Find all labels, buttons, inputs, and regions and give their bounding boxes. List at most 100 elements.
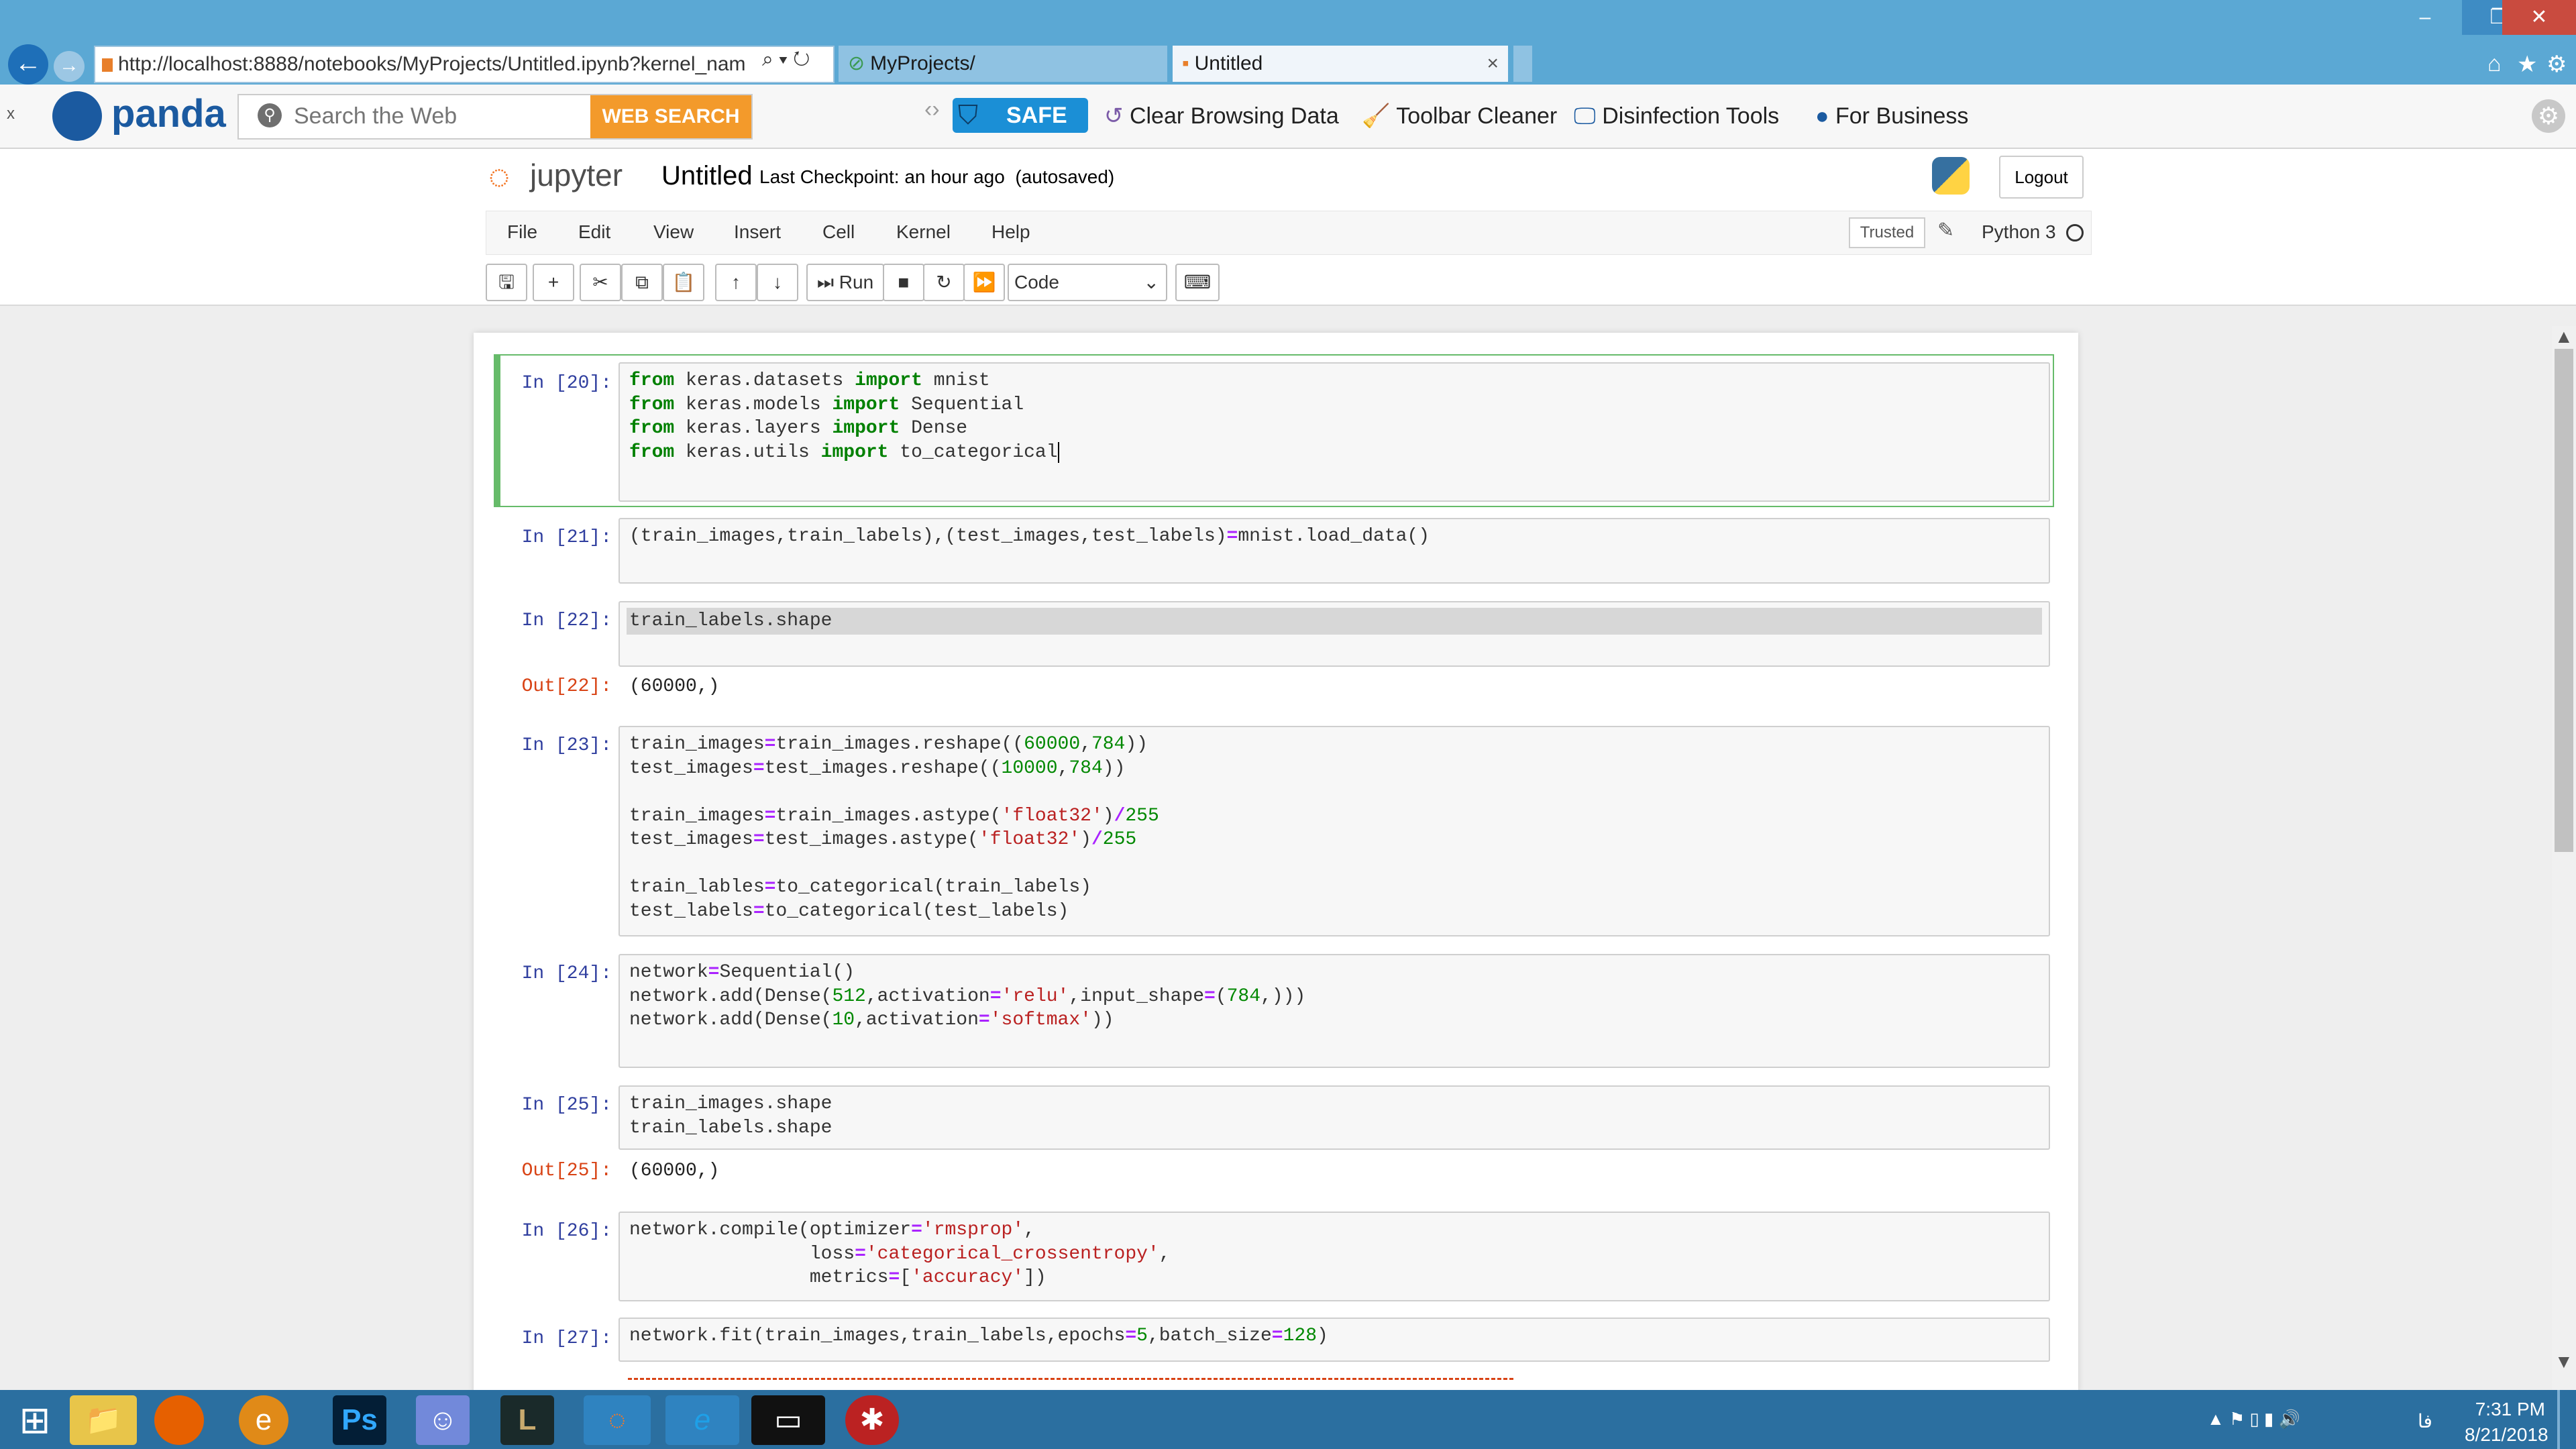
menu-help[interactable]: Help	[991, 219, 1030, 246]
close-window-button[interactable]: ✕	[2502, 0, 2576, 35]
code-content: network.compile(optimizer='rmsprop', los…	[629, 1220, 1171, 1288]
toolbar-cleaner-button[interactable]: 🧹 Toolbar Cleaner	[1362, 99, 1557, 133]
code-content: network=Sequential() network.add(Dense(5…	[629, 962, 1306, 1030]
menu-edit[interactable]: Edit	[578, 219, 610, 246]
taskbar	[0, 1390, 2576, 1449]
panda-icon: ●	[1815, 103, 1829, 129]
clear-browsing-label: Clear Browsing Data	[1129, 103, 1339, 129]
safe-label: SAFE	[1006, 103, 1067, 128]
cut-cells-button[interactable]: ✂	[580, 264, 621, 301]
clock[interactable]: 7:31 PM 8/21/2018	[2465, 1397, 2548, 1448]
safe-status-button[interactable]: ⛉ SAFE	[953, 98, 1088, 133]
copy-cells-button[interactable]: ⧉	[621, 264, 663, 301]
run-button[interactable]: ⏭ Run	[806, 264, 884, 301]
scroll-down-arrow-icon[interactable]: ▼	[2555, 1351, 2573, 1373]
code-editor[interactable]: train_images.shape train_labels.shape	[619, 1085, 2050, 1150]
firefox-icon[interactable]	[154, 1395, 204, 1445]
cell-type-select[interactable]: Code ⌄	[1008, 264, 1167, 301]
forward-button[interactable]: →	[54, 51, 85, 82]
for-business-button[interactable]: ● For Business	[1815, 99, 1968, 133]
command-palette-button[interactable]: ⌨	[1175, 264, 1220, 301]
code-editor[interactable]: network=Sequential() network.add(Dense(5…	[619, 954, 2050, 1068]
scrollbar-thumb[interactable]	[2555, 349, 2573, 852]
file-explorer-icon[interactable]: 📁	[70, 1395, 137, 1445]
checkpoint-status: Last Checkpoint: an hour ago (autosaved)	[759, 166, 1114, 188]
cell-prompt: In [23]:	[521, 735, 612, 756]
disinfection-tools-button[interactable]: 🖵 Disinfection Tools	[1574, 99, 1779, 133]
notebook-name[interactable]: Untitled	[661, 161, 753, 191]
trusted-indicator[interactable]: Trusted	[1849, 217, 1925, 248]
system-tray-icons[interactable]: ▲ ⚑ ▯ ▮ 🔊	[2207, 1409, 2300, 1430]
kernel-name: Python 3	[1982, 221, 2056, 242]
settings-gear-icon[interactable]: ⚙	[2546, 51, 2567, 78]
scroll-up-arrow-icon[interactable]: ▲	[2555, 326, 2573, 347]
code-editor[interactable]: train_images=train_images.reshape((60000…	[619, 726, 2050, 936]
code-editor[interactable]: network.fit(train_images,train_labels,ep…	[619, 1318, 2050, 1362]
code-editor[interactable]: (train_images,train_labels),(test_images…	[619, 518, 2050, 584]
input-language[interactable]: فا	[2418, 1410, 2432, 1432]
insert-cell-below-button[interactable]: +	[533, 264, 574, 301]
toolbar-close-icon[interactable]: x	[7, 105, 15, 123]
toolbar-settings-icon[interactable]: ⚙	[2532, 99, 2565, 133]
restart-run-all-button[interactable]: ⏩	[963, 264, 1005, 301]
code-editor[interactable]: network.compile(optimizer='rmsprop', los…	[619, 1212, 2050, 1301]
command-prompt-icon[interactable]: ▭	[751, 1395, 825, 1445]
menu-cell[interactable]: Cell	[822, 219, 855, 246]
chevron-down-icon: ⌄	[1143, 272, 1159, 292]
discord-icon[interactable]: ☺	[416, 1395, 470, 1445]
logout-button[interactable]: Logout	[1999, 156, 2084, 199]
interrupt-kernel-button[interactable]: ■	[883, 264, 924, 301]
start-button-windows-icon[interactable]: ⊞	[1, 1395, 68, 1445]
home-icon[interactable]: ⌂	[2487, 51, 2502, 77]
monitor-icon: 🖵	[1574, 103, 1596, 129]
web-search-button[interactable]: WEB SEARCH	[590, 95, 751, 138]
web-search-box[interactable]: ⚲ WEB SEARCH	[237, 94, 753, 140]
menu-file[interactable]: File	[507, 219, 537, 246]
new-tab-button[interactable]	[1513, 46, 1532, 82]
code-content: train_labels.shape	[627, 608, 2042, 635]
restart-kernel-button[interactable]: ↻	[923, 264, 965, 301]
spider-icon[interactable]: ✱	[845, 1395, 899, 1445]
tab-myprojects[interactable]: ⊘ MyProjects/	[839, 46, 1167, 82]
minimize-button[interactable]: –	[2388, 0, 2462, 35]
back-button[interactable]: ←	[8, 44, 48, 85]
code-content: (train_images,train_labels),(test_images…	[629, 526, 1430, 547]
cell-prompt: In [26]:	[521, 1221, 612, 1242]
edge-legacy-icon[interactable]: e	[239, 1395, 288, 1445]
jupyter-logo-text[interactable]: jupyter	[530, 157, 623, 193]
output-prompt: Out[25]:	[521, 1161, 612, 1181]
show-desktop-button[interactable]	[2557, 1390, 2560, 1449]
cell-output: (60000,)	[629, 676, 720, 697]
web-search-input[interactable]	[292, 101, 564, 131]
internet-explorer-icon[interactable]: e	[665, 1395, 739, 1445]
cell-prompt: In [27]:	[521, 1328, 612, 1349]
search-icon: ⚲	[258, 103, 282, 127]
kernel-idle-indicator	[2066, 224, 2084, 241]
tab-close-icon[interactable]: ×	[1487, 46, 1499, 82]
photoshop-icon[interactable]: Ps	[333, 1395, 386, 1445]
move-cell-down-button[interactable]: ↓	[757, 264, 798, 301]
clear-browsing-data-button[interactable]: ↺ Clear Browsing Data	[1104, 99, 1339, 133]
tab-label: Untitled	[1194, 52, 1263, 74]
menu-insert[interactable]: Insert	[734, 219, 781, 246]
paste-cells-button[interactable]: 📋	[663, 264, 704, 301]
move-cell-up-button[interactable]: ↑	[715, 264, 757, 301]
save-button[interactable]: 🖫	[486, 264, 527, 301]
disinfection-tools-label: Disinfection Tools	[1602, 103, 1780, 129]
search-icon[interactable]: ⌕ ▾ ↻	[762, 48, 810, 71]
cell-prompt: In [24]:	[521, 963, 612, 984]
menu-view[interactable]: View	[653, 219, 694, 246]
tab-label: MyProjects/	[870, 52, 975, 74]
favorites-icon[interactable]: ★	[2517, 51, 2537, 78]
tab-untitled[interactable]: ▪ Untitled ×	[1173, 46, 1508, 82]
edit-pencil-icon[interactable]: ✎	[1937, 219, 1954, 242]
jupyter-taskbar-icon[interactable]: ◌	[584, 1395, 651, 1445]
clock-date: 8/21/2018	[2465, 1424, 2548, 1445]
address-bar[interactable]: http://localhost:8888/notebooks/MyProjec…	[94, 46, 835, 83]
code-editor[interactable]: train_labels.shape	[619, 601, 2050, 667]
jupyter-logo-icon[interactable]: ◌	[488, 156, 510, 197]
code-editor[interactable]: from keras.datasets import mnist from ke…	[619, 362, 2050, 502]
menu-kernel[interactable]: Kernel	[896, 219, 951, 246]
league-of-legends-icon[interactable]: L	[500, 1395, 554, 1445]
cell-output: (60000,)	[629, 1161, 720, 1181]
